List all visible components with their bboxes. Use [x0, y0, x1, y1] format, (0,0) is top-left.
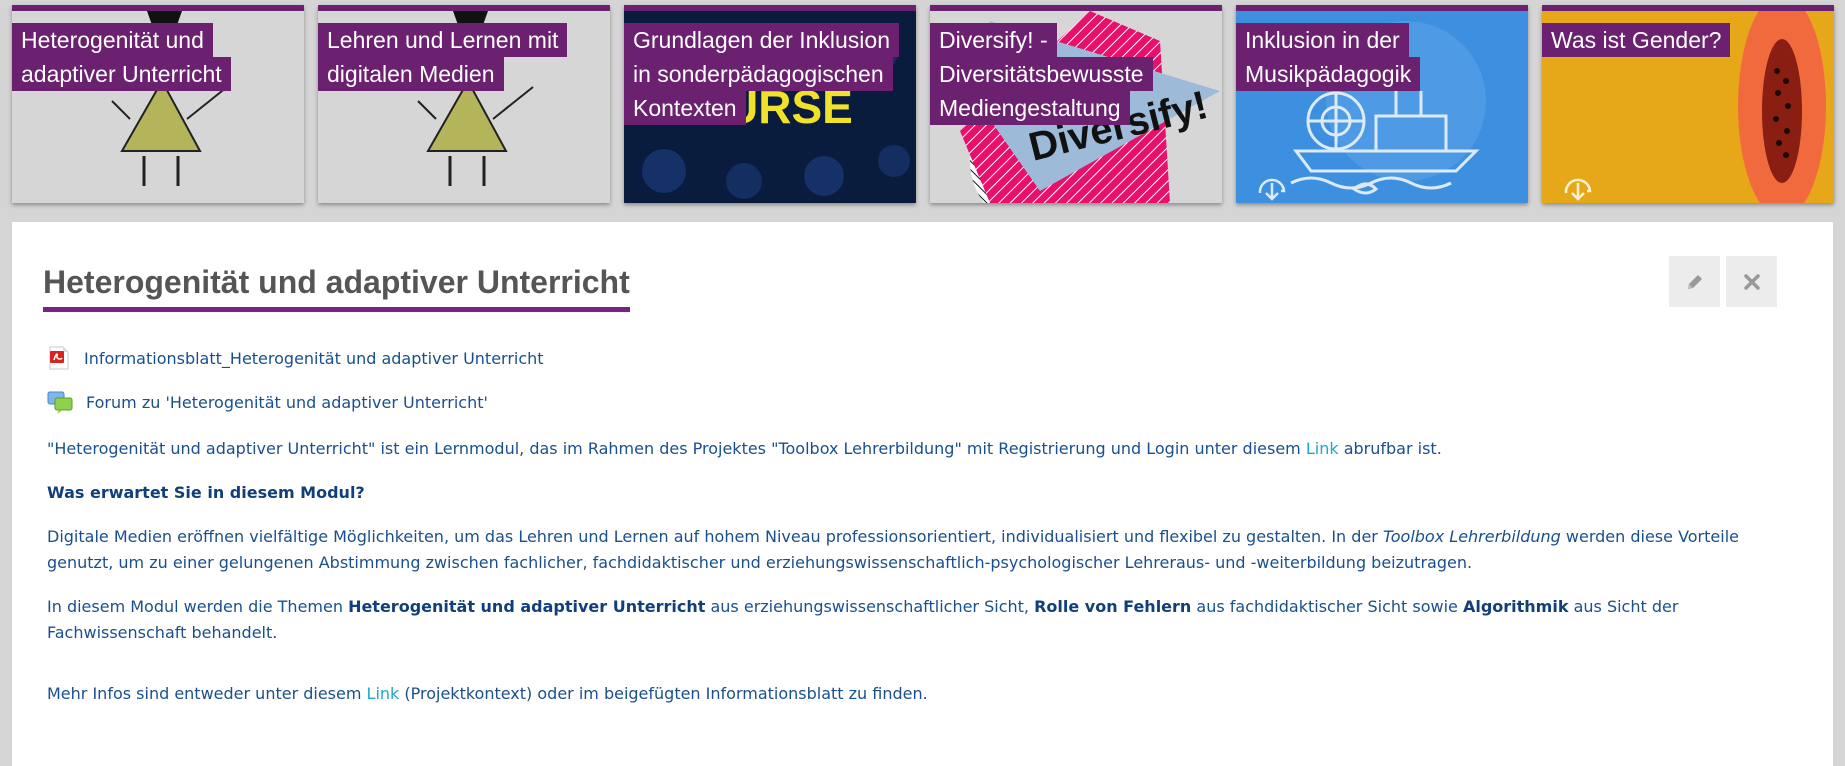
tile-label-line: Diversify! - — [930, 23, 1057, 57]
emphasis-text: Toolbox Lehrerbildung — [1382, 527, 1561, 546]
tile-label-line: Heterogenität und — [12, 23, 213, 57]
tile-gender[interactable]: Was ist Gender? — [1542, 5, 1834, 203]
tile-label: Was ist Gender? — [1542, 23, 1731, 57]
description-paragraph: Digitale Medien eröffnen vielfältige Mög… — [47, 524, 1767, 576]
tile-label-line: Diversitätsbewusste — [930, 57, 1153, 91]
tile-label-line: Mediengestaltung — [930, 91, 1130, 125]
resource-link-forum[interactable]: Forum zu 'Heterogenität und adaptiver Un… — [86, 393, 488, 412]
text-segment: Mehr Infos sind entweder unter diesem — [47, 684, 367, 703]
tile-label: Grundlagen der Inklusion in sonderpädago… — [624, 23, 899, 125]
tile-label: Inklusion in der Musikpädagogik — [1236, 23, 1421, 91]
tile-label: Heterogenität und adaptiver Unterricht — [12, 23, 231, 91]
tile-label-line: Grundlagen der Inklusion — [624, 23, 899, 57]
tile-diversify[interactable]: Diversify! Diversify! - Diversitätsbewus… — [930, 5, 1222, 203]
tile-grundlagen-inklusion[interactable]: COURSE Grundlagen der Inklusion in sonde… — [624, 5, 916, 203]
tile-heterogenitaet[interactable]: Heterogenität und adaptiver Unterricht — [12, 5, 304, 203]
text-segment: Digitale Medien eröffnen vielfältige Mög… — [47, 527, 1383, 546]
module-title: Heterogenität und adaptiver Unterricht — [43, 264, 630, 312]
text-segment: abrufbar ist. — [1338, 439, 1442, 458]
resource-item[interactable]: Informationsblatt_Heterogenität und adap… — [47, 346, 544, 370]
tile-label-line: adaptiver Unterricht — [12, 57, 231, 91]
topics-paragraph: In diesem Modul werden die Themen Hetero… — [47, 594, 1767, 646]
text-segment: aus fachdidaktischer Sicht sowie — [1191, 597, 1463, 616]
tile-label-line: Kontexten — [624, 91, 746, 125]
text-segment: In diesem Modul werden die Themen — [47, 597, 349, 616]
intro-paragraph: "Heterogenität und adaptiver Unterricht"… — [47, 436, 1767, 462]
text-segment: aus erziehungswissenschaftlicher Sicht, — [705, 597, 1035, 616]
pencil-icon — [1687, 274, 1702, 289]
text-segment: "Heterogenität und adaptiver Unterricht"… — [47, 439, 1306, 458]
tile-label-line: in sonderpädagogischen — [624, 57, 893, 91]
tile-label-line: Lehren und Lernen mit — [318, 23, 568, 57]
tile-label: Diversify! - Diversitätsbewusste Medieng… — [930, 23, 1153, 125]
more-info-paragraph: Mehr Infos sind entweder unter diesem Li… — [47, 681, 1767, 707]
tile-label-line: digitalen Medien — [318, 57, 504, 91]
tile-lehren-lernen[interactable]: Lehren und Lernen mit digitalen Medien — [318, 5, 610, 203]
toolbox-link[interactable]: Link — [1306, 439, 1339, 458]
section-heading: Was erwartet Sie in diesem Modul? — [47, 483, 365, 502]
edit-button[interactable] — [1669, 256, 1720, 307]
module-tile-strip: Heterogenität und adaptiver Unterricht L… — [0, 0, 1845, 210]
tile-musikpaedagogik[interactable]: Inklusion in der Musikpädagogik — [1236, 5, 1528, 203]
topic-heterogenitaet: Heterogenität und adaptiver Unterricht — [348, 597, 706, 616]
topic-fehler: Rolle von Fehlern — [1034, 597, 1192, 616]
pdf-icon — [49, 346, 69, 370]
close-button[interactable] — [1726, 256, 1777, 307]
resource-link-informationsblatt[interactable]: Informationsblatt_Heterogenität und adap… — [84, 349, 544, 368]
project-context-link[interactable]: Link — [367, 684, 400, 703]
tile-label: Lehren und Lernen mit digitalen Medien — [318, 23, 568, 91]
module-detail-panel: Heterogenität und adaptiver Unterricht I… — [12, 222, 1833, 766]
text-segment: (Projektkontext) oder im beigefügten Inf… — [399, 684, 928, 703]
topic-algorithmik: Algorithmik — [1462, 597, 1569, 616]
tile-label-line: Inklusion in der — [1236, 23, 1409, 57]
forum-icon — [47, 391, 73, 414]
close-icon — [1743, 273, 1760, 290]
resource-item[interactable]: Forum zu 'Heterogenität und adaptiver Un… — [47, 390, 488, 414]
tile-label-line: Was ist Gender? — [1542, 23, 1731, 57]
tile-label-line: Musikpädagogik — [1236, 57, 1421, 91]
